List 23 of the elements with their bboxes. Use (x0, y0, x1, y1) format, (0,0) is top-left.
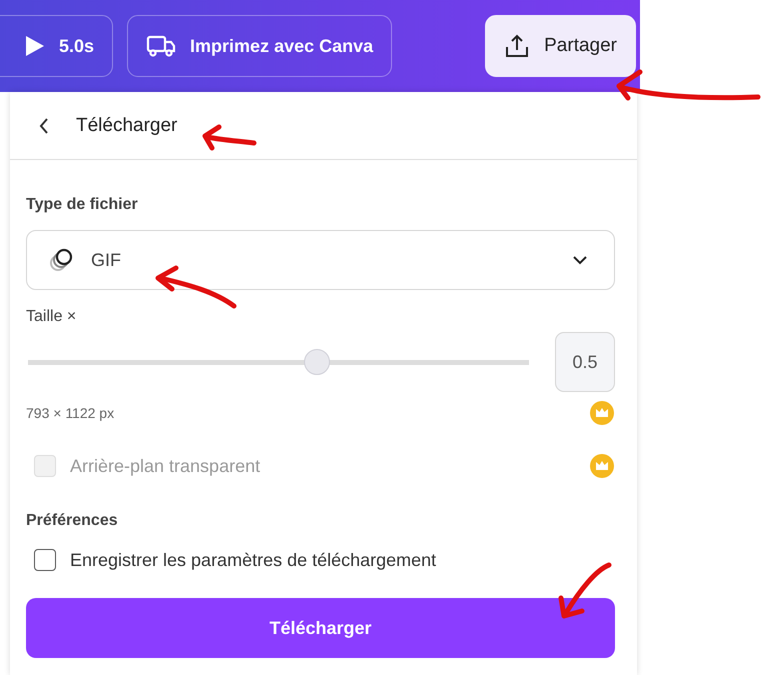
checkbox-label: Enregistrer les paramètres de téléchargement (70, 550, 436, 570)
file-type-dropdown[interactable]: GIF (26, 230, 615, 290)
dimensions-text: 793 × 1122 px (26, 405, 114, 421)
chevron-left-icon (38, 116, 50, 134)
play-button[interactable]: 5.0s (0, 15, 114, 77)
size-value-field[interactable]: 0.5 (555, 332, 615, 392)
slider-thumb[interactable] (304, 349, 330, 375)
annotation-arrow (202, 124, 256, 150)
chevron-down-icon (572, 255, 588, 265)
file-type-value: GIF (91, 250, 122, 270)
truck-icon (146, 34, 176, 58)
file-type-label: Type de fichier (26, 196, 139, 214)
play-icon (23, 35, 45, 57)
checkbox[interactable] (34, 549, 56, 571)
annotation-arrow (558, 562, 612, 618)
print-button[interactable]: Imprimez avec Canva (127, 15, 392, 77)
size-label: Taille × (26, 308, 78, 326)
preferences-label: Préférences (26, 512, 119, 530)
checkbox-label: Arrière-plan transparent (70, 456, 260, 476)
share-button[interactable]: Partager (485, 15, 636, 77)
share-icon (504, 33, 530, 59)
panel-title: Télécharger (76, 114, 178, 136)
download-button[interactable]: Télécharger (26, 598, 615, 658)
